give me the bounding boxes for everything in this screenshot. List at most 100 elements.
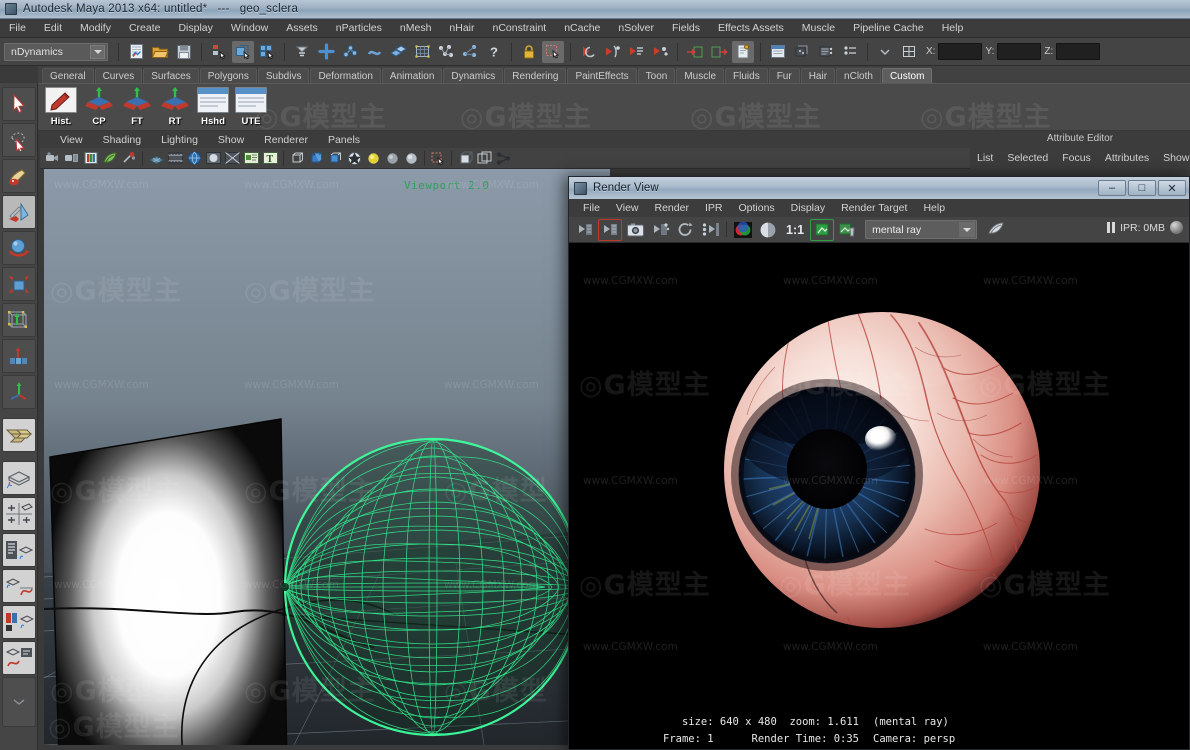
shelf-tab-rendering[interactable]: Rendering	[504, 68, 567, 83]
open-attribute-editor-icon[interactable]	[732, 40, 754, 63]
ipr-render-icon[interactable]	[601, 41, 623, 63]
render-view-menu-item-file[interactable]: File	[575, 202, 608, 214]
attribute-editor-menu-item-selected[interactable]: Selected	[1000, 152, 1055, 164]
safe-action-icon[interactable]	[242, 149, 260, 167]
shelf-tab-muscle[interactable]: Muscle	[676, 68, 725, 83]
render-view-menu-item-render[interactable]: Render	[647, 202, 697, 214]
open-tool-settings-icon[interactable]	[767, 41, 789, 63]
select-by-component-icon[interactable]	[256, 41, 278, 63]
renderer-selector[interactable]: mental ray	[865, 220, 978, 239]
render-region-right-icon[interactable]	[708, 41, 730, 63]
select-tool[interactable]	[1, 87, 36, 121]
single-perspective-layout[interactable]	[1, 418, 36, 452]
rgb-channels-icon[interactable]	[731, 219, 755, 241]
menu-item-fields[interactable]: Fields	[663, 19, 709, 38]
wireframe-icon[interactable]	[288, 149, 306, 167]
shadows-icon[interactable]	[383, 149, 401, 167]
aspect-ratio-label[interactable]: 1:1	[786, 223, 804, 237]
save-scene-icon[interactable]	[173, 41, 195, 63]
menu-item-assets[interactable]: Assets	[277, 19, 327, 38]
scale-tool[interactable]	[1, 267, 36, 301]
menu-item-effects-assets[interactable]: Effects Assets	[709, 19, 793, 38]
bookmark-icon[interactable]	[82, 149, 100, 167]
select-by-object-icon[interactable]	[232, 40, 254, 63]
shade-selected-icon[interactable]	[326, 149, 344, 167]
render-view-menu-item-display[interactable]: Display	[783, 202, 833, 214]
attribute-editor-menu-item-show[interactable]: Show	[1156, 152, 1190, 164]
lasso-tool[interactable]	[1, 123, 36, 157]
shelf-button-rt[interactable]: RT	[158, 87, 192, 127]
field-chart-icon[interactable]	[223, 149, 241, 167]
render-view-menu-item-view[interactable]: View	[608, 202, 647, 214]
shelf-tab-deformation[interactable]: Deformation	[310, 68, 381, 83]
graph-editor-persp-layout[interactable]	[1, 569, 36, 603]
chevron-down-icon[interactable]	[959, 222, 976, 237]
render-region-left-icon[interactable]	[684, 41, 706, 63]
shelf-tab-custom[interactable]: Custom	[881, 68, 933, 83]
safe-title-icon[interactable]: T	[261, 149, 279, 167]
render-view-image[interactable]: ◎G模型主 ◎G模型主 ◎G模型主 ◎G模型主 ◎G模型主 ◎G模型主 www.…	[569, 243, 1189, 713]
attribute-editor-menu-item-list[interactable]: List	[970, 152, 1000, 164]
shelf-button-cp[interactable]: CP	[82, 87, 116, 127]
menu-item-display[interactable]: Display	[169, 19, 221, 38]
menu-set-selector[interactable]: nDynamics	[4, 42, 108, 61]
new-scene-icon[interactable]	[125, 41, 147, 63]
open-scene-icon[interactable]	[149, 41, 171, 63]
snap-to-point-icon[interactable]	[339, 41, 361, 63]
shelf-tab-painteffects[interactable]: PaintEffects	[567, 68, 637, 83]
rotate-tool[interactable]	[1, 231, 36, 265]
move-tool[interactable]	[1, 195, 36, 229]
menu-item-create[interactable]: Create	[120, 19, 170, 38]
shelf-tab-dynamics[interactable]: Dynamics	[443, 68, 504, 83]
four-view-layout[interactable]	[1, 497, 36, 531]
viewport-menu-item-panels[interactable]: Panels	[318, 134, 370, 146]
redo-render-icon[interactable]	[573, 219, 597, 241]
xray-joints-icon[interactable]	[475, 149, 493, 167]
coord-z-input[interactable]	[1056, 43, 1101, 60]
menu-item-window[interactable]: Window	[222, 19, 277, 38]
last-tool-used[interactable]	[1, 375, 36, 409]
show-hide-channel-box-icon[interactable]	[791, 41, 813, 63]
render-view-menu-item-help[interactable]: Help	[915, 202, 953, 214]
viewport-menu-item-renderer[interactable]: Renderer	[254, 134, 318, 146]
ipr-render-icon[interactable]	[648, 219, 672, 241]
render-current-frame-icon[interactable]	[577, 41, 599, 63]
attribute-editor-menu-item-focus[interactable]: Focus	[1055, 152, 1098, 164]
select-by-hierarchy-icon[interactable]	[208, 41, 230, 63]
shelf-button-hshd[interactable]: Hshd	[196, 87, 230, 127]
menu-item-help[interactable]: Help	[933, 19, 973, 38]
grid-icon[interactable]	[147, 149, 165, 167]
lock-camera-icon[interactable]	[63, 149, 81, 167]
menu-item-pipeline-cache[interactable]: Pipeline Cache	[844, 19, 933, 38]
show-hide-attribute-editor-icon[interactable]	[839, 41, 861, 63]
lock-icon[interactable]	[518, 41, 540, 63]
smooth-preview-icon[interactable]	[494, 149, 512, 167]
viewport-3d-canvas[interactable]: Viewport 2.0 ◎G模型主 ◎G模型主 ◎G模型主 ◎G模型主 ◎G模…	[44, 169, 610, 745]
snap-to-projected-center-icon[interactable]	[363, 41, 385, 63]
viewport-menu-item-shading[interactable]: Shading	[93, 134, 152, 146]
shelf-tab-polygons[interactable]: Polygons	[199, 68, 257, 83]
paint-select-tool[interactable]	[1, 159, 36, 193]
render-setup-icon[interactable]	[649, 41, 671, 63]
image-plane-icon[interactable]	[101, 149, 119, 167]
snap-to-curve-icon[interactable]	[315, 41, 337, 63]
single-view-layout[interactable]	[1, 461, 36, 495]
menu-item-nconstraint[interactable]: nConstraint	[484, 19, 556, 38]
snapshot-icon[interactable]	[623, 219, 647, 241]
viewport-menu-item-show[interactable]: Show	[208, 134, 254, 146]
shelf-tab-ncloth[interactable]: nCloth	[836, 68, 881, 83]
input-output-connections-icon[interactable]	[459, 41, 481, 63]
universal-manipulator[interactable]	[1, 303, 36, 337]
default-material-icon[interactable]	[456, 149, 474, 167]
shelf-button-hist[interactable]: Hist.	[44, 87, 78, 127]
render-view-menu-item-options[interactable]: Options	[730, 202, 782, 214]
maximize-button[interactable]: □	[1128, 180, 1156, 196]
alpha-channel-icon[interactable]	[756, 219, 780, 241]
shelf-tab-fur[interactable]: Fur	[768, 68, 800, 83]
shelf-tab-toon[interactable]: Toon	[637, 68, 676, 83]
highlight-selection-icon[interactable]	[542, 40, 564, 63]
select-camera-icon[interactable]	[44, 149, 62, 167]
outliner-persp-layout[interactable]	[1, 533, 36, 567]
render-region-icon[interactable]	[598, 218, 622, 241]
render-persp-layout[interactable]	[1, 641, 36, 675]
